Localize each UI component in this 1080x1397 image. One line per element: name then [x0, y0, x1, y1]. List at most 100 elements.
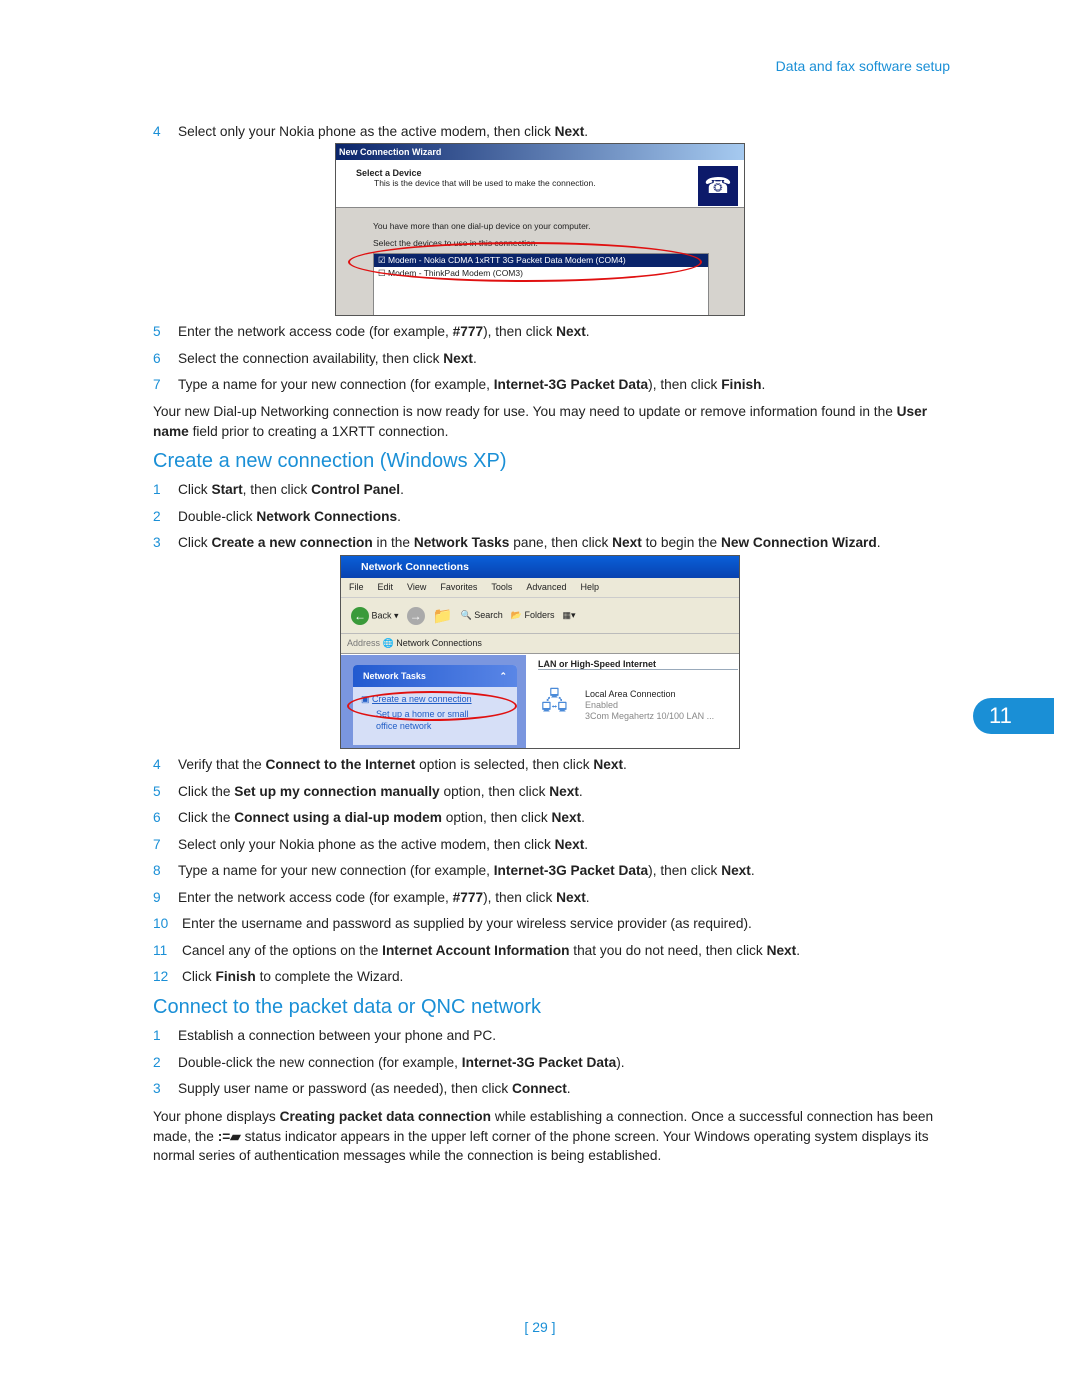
step-item: 6 Select the connection availability, the… [153, 349, 953, 376]
text-run: . [876, 535, 881, 550]
bold-term: Next [766, 942, 797, 958]
bold-term: Next [554, 836, 585, 852]
forward-arrow-icon[interactable]: → [406, 606, 425, 625]
search-icon: 🔍 [460, 610, 472, 620]
text-run: Your new Dial-up Networking connection i… [153, 404, 897, 419]
step-text: Click the Connect using a dial-up modem … [178, 808, 585, 835]
text-run: Double-click [178, 508, 257, 524]
views-icon[interactable]: ▦▾ [563, 610, 576, 621]
step-text: Type a name for your new connection (for… [178, 861, 755, 888]
chapter-tab: 11 [973, 698, 1054, 734]
address-value: Network Connections [396, 638, 482, 648]
text-run: ), then click [483, 324, 557, 339]
step-text: Click the Set up my connection manually … [178, 782, 583, 809]
step-text: Enter the username and password as suppl… [182, 914, 752, 941]
step-item: 9 Enter the network access code (for exam… [153, 888, 953, 915]
step-item: 11 Cancel any of the options on the Inter… [153, 941, 953, 968]
menu-favorites[interactable]: Favorites [440, 582, 477, 593]
bold-term: Next [721, 863, 751, 878]
menu-file[interactable]: File [349, 582, 364, 593]
menu-advanced[interactable]: Advanced [526, 582, 566, 593]
step-number: 5 [153, 324, 161, 339]
step-number: 4 [153, 757, 161, 772]
step-item: 4 Verify that the Connect to the Internet… [153, 755, 953, 782]
step-item: 7 Type a name for your new connection (fo… [153, 375, 953, 402]
address-bar[interactable]: Address 🌐 Network Connections [341, 634, 739, 654]
network-connections-screenshot: Network Connections File Edit View Favor… [340, 555, 740, 749]
step-item: 5 Enter the network access code (for exam… [153, 322, 953, 349]
step-number: 1 [153, 482, 161, 497]
step-text: Cancel any of the options on the Interne… [182, 941, 800, 968]
wizard-screenshot: New Connection Wizard Select a Device Th… [335, 143, 745, 316]
step-item: 1 Establish a connection between your pho… [153, 1026, 953, 1053]
bold-term: Network Connections [256, 508, 398, 524]
steps-1b: 5 Enter the network access code (for exam… [153, 322, 953, 402]
group-header: LAN or High-Speed Internet [538, 659, 738, 670]
text-run: . [472, 350, 477, 366]
step-text: Double-click Network Connections. [178, 507, 401, 534]
text-run: Cancel any of the options on the [182, 942, 383, 958]
text-run: . [566, 1081, 571, 1096]
step-item: 7 Select only your Nokia phone as the act… [153, 835, 953, 862]
bold-term: #777 [452, 889, 484, 905]
step-item: 1 Click Start, then click Control Panel. [153, 480, 953, 507]
step-text: Double-click the new connection (for exa… [178, 1053, 625, 1080]
menu-help[interactable]: Help [580, 582, 599, 593]
text-run: Enter the network access code (for examp… [178, 889, 453, 905]
step-text: Establish a connection between your phon… [178, 1026, 496, 1053]
search-button[interactable]: 🔍 Search [460, 610, 502, 621]
wizard-heading: Select a Device [356, 168, 422, 178]
back-button[interactable]: ← Back ▾ [351, 606, 399, 625]
text-run: Click [178, 535, 212, 550]
bold-term: Next [554, 124, 585, 139]
lan-connection-item[interactable]: Local Area Connection Enabled 3Com Megah… [585, 689, 714, 722]
step-text: Click Start, then click Control Panel. [178, 480, 404, 507]
back-arrow-icon: ← [351, 606, 369, 625]
bold-term: Finish [721, 377, 762, 392]
menu-tools[interactable]: Tools [491, 582, 512, 593]
text-run: option, then click [441, 810, 552, 825]
step-number: 2 [153, 508, 161, 524]
step-text: Enter the network access code (for examp… [178, 322, 590, 349]
text-run: . [584, 124, 589, 139]
step-item: 2 Double-click Network Connections. [153, 507, 953, 534]
menu-view[interactable]: View [407, 582, 426, 593]
bold-term: Creating packet data connection [279, 1109, 492, 1124]
bold-term: Internet-3G Packet Data [461, 1054, 617, 1070]
step-number: 1 [153, 1028, 161, 1043]
bold-term: Next [551, 810, 582, 825]
text-run: pane, then click [509, 535, 613, 550]
connection-status: Enabled [585, 700, 619, 710]
text-run: . [584, 836, 589, 852]
text-run: Enter the username and password as suppl… [182, 916, 752, 931]
page-number: [ 29 ] [524, 1319, 556, 1335]
text-run: field prior to creating a 1XRTT connecti… [188, 423, 449, 439]
up-folder-icon[interactable]: 📁 [433, 606, 453, 626]
step-number: 4 [153, 124, 161, 139]
globe-icon: 🌐 [382, 638, 394, 648]
step-text: Select the connection availability, then… [178, 349, 477, 376]
step-text: Verify that the Connect to the Internet … [178, 755, 627, 782]
folders-button[interactable]: 📂 Folders [511, 610, 555, 621]
paragraph-1: Your new Dial-up Networking connection i… [153, 402, 953, 441]
bold-term: Next [612, 535, 642, 550]
steps-3: 1 Establish a connection between your pho… [153, 1026, 953, 1106]
text-run: . [761, 377, 766, 392]
bold-term: Connect to the Internet [265, 757, 416, 772]
network-tasks-panel: Network Tasks ⌃ ▣ Create a new connection… [347, 665, 517, 745]
menu-edit[interactable]: Edit [378, 582, 394, 593]
text-run: option, then click [439, 783, 550, 799]
collapse-chevron-icon[interactable]: ⌃ [499, 671, 507, 682]
bold-term: Next [556, 324, 586, 339]
text-run: . [585, 889, 590, 905]
step-item: 10 Enter the username and password as sup… [153, 914, 953, 941]
text-run: Click [182, 969, 216, 984]
text-run: . [578, 783, 583, 799]
step-number: 6 [153, 810, 161, 825]
step-number: 7 [153, 836, 161, 852]
bold-term: Create a new connection [211, 535, 373, 550]
text-run: to begin the [641, 535, 721, 550]
running-header: Data and fax software setup [775, 58, 950, 74]
bold-term: Network Tasks [413, 535, 510, 550]
text-run: status indicator appears in the upper le… [153, 1128, 929, 1164]
